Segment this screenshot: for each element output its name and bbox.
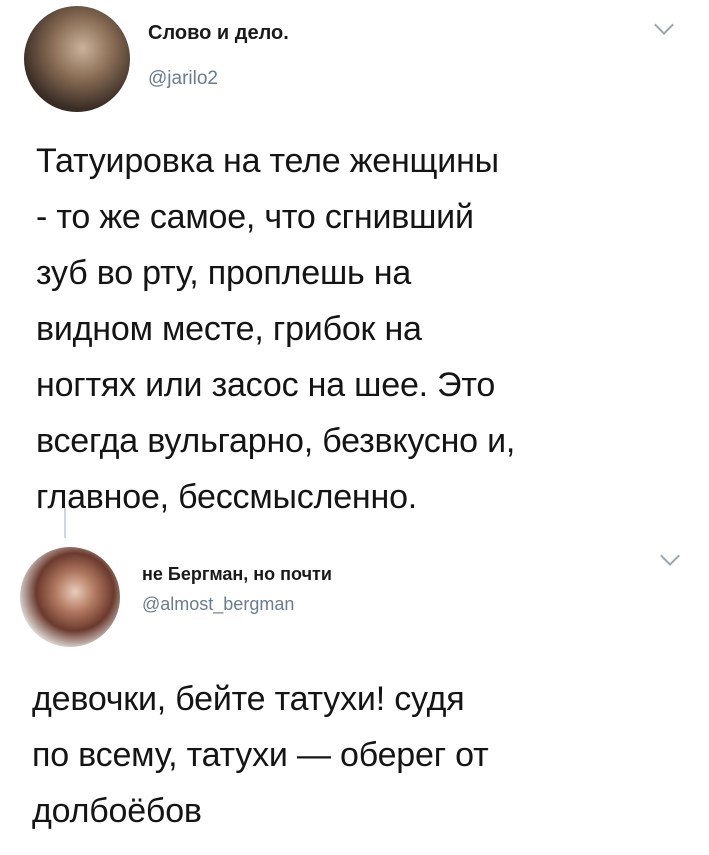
chevron-down-icon[interactable] [660, 546, 680, 566]
tweet-original: Слово и дело. @jarilo2 Татуировка на тел… [0, 0, 709, 538]
display-name[interactable]: Слово и дело. [148, 22, 289, 45]
tweet-text-line: ногтях или засос на шее. Это [36, 366, 496, 404]
tweet-text-line: долбоёбов [32, 792, 202, 830]
user-handle[interactable]: @jarilo2 [148, 68, 218, 90]
tweet-reply: не Бергман, но почти @almost_bergman дев… [0, 520, 709, 855]
tweet-text-line: - то же самое, что сгнивший [36, 198, 474, 236]
user-handle[interactable]: @almost_bergman [142, 594, 294, 615]
tweet-text-line: всегда вульгарно, безвкусно и, [36, 422, 516, 460]
tweet-text: девочки, бейте татухи! судя по всему, та… [32, 671, 692, 839]
tweet-text-line: видном месте, грибок на [36, 310, 422, 348]
tweet-text-line: зуб во рту, проплешь на [36, 254, 412, 292]
tweet-text: Татуировка на теле женщины - то же самое… [36, 133, 696, 525]
avatar[interactable] [20, 547, 120, 647]
tweet-text-line: девочки, бейте татухи! судя [32, 680, 465, 718]
tweet-text-line: Татуировка на теле женщины [36, 142, 499, 180]
tweet-text-line: главное, бессмысленно. [36, 478, 418, 516]
tweet-text-line: по всему, татухи — оберег от [32, 736, 489, 774]
avatar[interactable] [24, 6, 130, 112]
chevron-down-icon[interactable] [654, 15, 674, 35]
display-name[interactable]: не Бергман, но почти [142, 564, 332, 585]
